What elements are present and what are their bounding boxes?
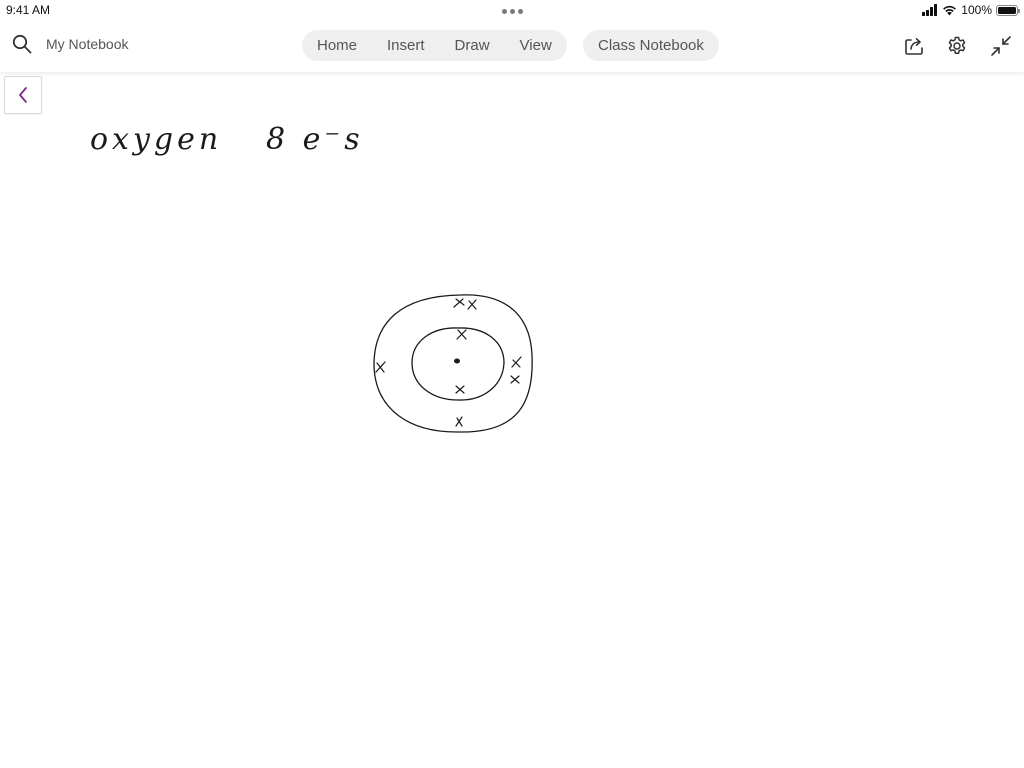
- search-button[interactable]: My Notebook: [12, 34, 128, 54]
- nucleus: [454, 358, 460, 364]
- tab-view[interactable]: View: [505, 30, 567, 61]
- tab-class-notebook[interactable]: Class Notebook: [583, 30, 719, 61]
- ribbon-tabs: Home Insert Draw View: [302, 30, 567, 61]
- outer-shell: [373, 294, 533, 433]
- tab-home[interactable]: Home: [302, 30, 372, 61]
- status-indicators: 100%: [922, 3, 1020, 17]
- collapse-icon: [991, 36, 1011, 56]
- notebook-name: My Notebook: [46, 36, 129, 52]
- gear-icon: [948, 36, 966, 54]
- battery-level: [998, 6, 1016, 14]
- cellular-signal-icon: [922, 4, 938, 16]
- status-time: 9:41 AM: [6, 3, 51, 17]
- tab-draw[interactable]: Draw: [440, 30, 505, 61]
- bohr-model-drawing: [373, 294, 533, 433]
- battery-percentage: 100%: [961, 3, 992, 17]
- share-icon: [905, 38, 923, 55]
- back-button[interactable]: [4, 76, 42, 114]
- battery-icon: [996, 4, 1020, 16]
- status-bar: 9:41 AM 100%: [0, 0, 1024, 20]
- app-toolbar: My Notebook Home Insert Draw View Class …: [0, 20, 1024, 72]
- share-button[interactable]: [903, 35, 925, 57]
- search-icon: [12, 34, 32, 54]
- multitasking-dots-icon[interactable]: [500, 6, 524, 16]
- outer-electrons: [375, 298, 522, 427]
- settings-button[interactable]: [946, 35, 968, 57]
- chevron-left-icon: [19, 87, 27, 103]
- tab-insert[interactable]: Insert: [372, 30, 440, 61]
- wifi-icon: [943, 5, 957, 16]
- handwritten-title: oxygen: [90, 122, 223, 157]
- handwritten-electron-count: 8 e⁻s: [266, 122, 364, 157]
- collapse-button[interactable]: [990, 35, 1012, 57]
